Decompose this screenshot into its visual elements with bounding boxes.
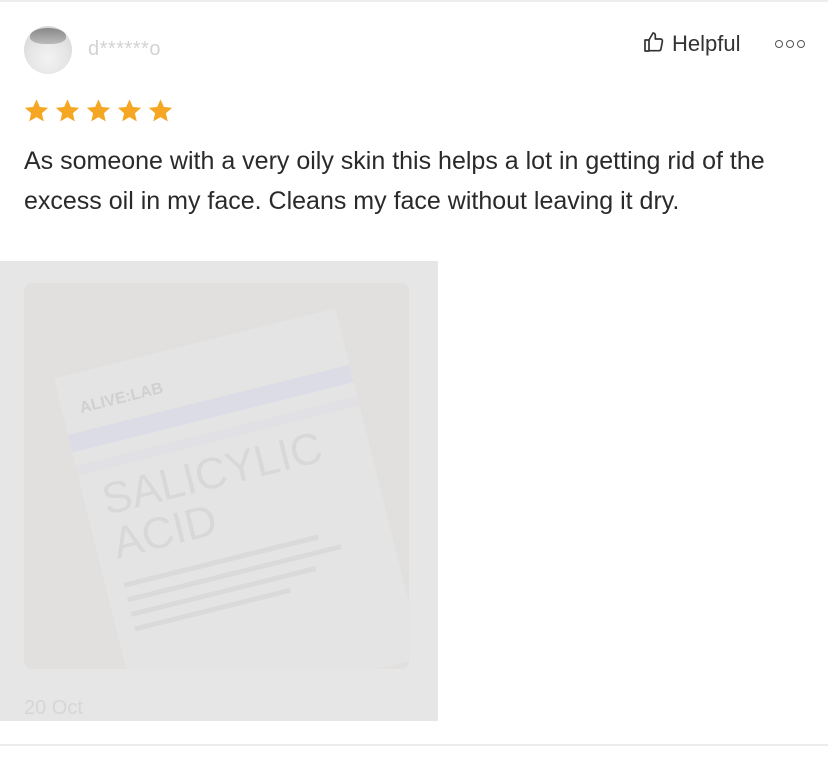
- star-icon: [117, 99, 142, 122]
- more-options-dot: [797, 40, 805, 48]
- star-rating: [22, 97, 175, 125]
- more-options-icon: [775, 40, 783, 48]
- more-options-dot: [786, 40, 794, 48]
- review-date: 20 Oct: [24, 697, 83, 719]
- top-divider: [0, 0, 828, 2]
- avatar[interactable]: [24, 26, 72, 74]
- bottom-divider: [0, 744, 828, 746]
- helpful-label: Helpful: [672, 31, 741, 56]
- star-icon: [55, 99, 80, 122]
- review-photo-panel: ALIVE:LAB SALICYLIC ACID 20 Oct: [0, 261, 438, 721]
- star-icon: [148, 99, 173, 122]
- product-box-image: ALIVE:LAB SALICYLIC ACID: [24, 283, 409, 669]
- star-icon: [24, 99, 49, 122]
- more-options-button[interactable]: [775, 36, 805, 52]
- thumbs-up-icon: [642, 30, 666, 59]
- review-text: As someone with a very oily skin this he…: [24, 147, 765, 215]
- reviewer-username: d******o: [88, 38, 161, 60]
- review-photo[interactable]: ALIVE:LAB SALICYLIC ACID: [24, 283, 409, 669]
- helpful-button[interactable]: Helpful: [642, 28, 740, 60]
- star-icon: [86, 99, 111, 122]
